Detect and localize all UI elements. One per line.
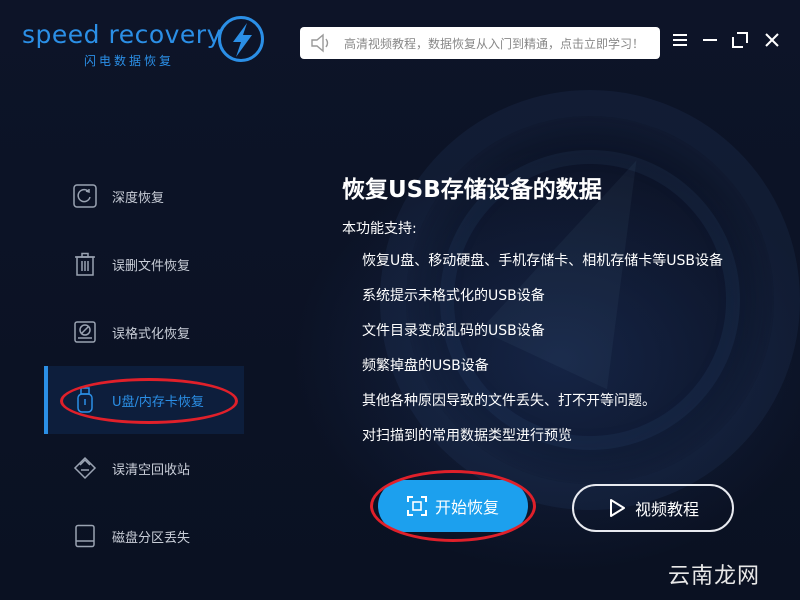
menu-icon [673,34,687,46]
trash-icon [72,251,98,277]
sidebar-item-deleted-files[interactable]: 误删文件恢复 [44,230,244,298]
play-icon [609,499,625,517]
page-title: 恢复USB存储设备的数据 [342,177,602,203]
minimize-button[interactable] [698,28,722,52]
notice-text: 高清视频教程，数据恢复从入门到精通，点击立即学习！ [344,36,645,51]
sidebar-item-label: U盘/内存卡恢复 [112,394,204,410]
refresh-circle-icon [72,183,98,209]
video-tutorial-button[interactable]: 视频教程 [572,484,734,532]
scan-icon [406,496,427,516]
close-button[interactable] [760,28,784,52]
start-recovery-label: 开始恢复 [434,500,499,517]
sidebar-item-label: 误删文件恢复 [112,258,191,274]
list-item: 对扫描到的常用数据类型进行预览 [362,428,572,444]
usb-drive-icon [72,387,98,413]
list-item: 恢复U盘、移动硬盘、手机存储卡、相机存储卡等USB设备 [362,253,723,269]
disk-format-icon [72,319,98,345]
list-item: 其他各种原因导致的文件丢失、打不开等问题。 [362,393,656,409]
watermark: 云南龙网 [668,564,761,589]
list-item: 频繁掉盘的USB设备 [362,358,489,374]
title-bar: speed recovery 闪电数据恢复 高清视频教程，数据恢复从入门到精通，… [0,0,800,80]
list-item: 系统提示未格式化的USB设备 [362,288,545,304]
app-window: speed recovery 闪电数据恢复 高清视频教程，数据恢复从入门到精通，… [0,0,800,600]
partition-icon [72,523,98,549]
close-icon [765,33,779,47]
sidebar-item-recycle-bin[interactable]: 误清空回收站 [44,434,244,502]
sidebar-item-label: 深度恢复 [112,190,165,206]
maximize-icon [732,32,748,48]
video-tutorial-label: 视频教程 [634,502,699,519]
notice-bar[interactable]: 高清视频教程，数据恢复从入门到精通，点击立即学习！ [300,27,660,59]
sidebar-item-label: 磁盘分区丢失 [112,530,191,546]
feature-heading: 本功能支持: [342,221,417,237]
main-panel: 恢复USB存储设备的数据 本功能支持: 恢复U盘、移动硬盘、手机存储卡、相机存储… [342,170,792,460]
sidebar-item-format-recovery[interactable]: 误格式化恢复 [44,298,244,366]
maximize-button[interactable] [728,28,752,52]
menu-button[interactable] [668,28,692,52]
logo-text: speed recovery [22,20,222,49]
start-recovery-button[interactable]: 开始恢复 [378,480,528,532]
recycle-bin-icon [72,455,98,481]
sidebar-item-label: 误清空回收站 [112,462,191,478]
speaker-icon [311,33,329,53]
app-logo: speed recovery 闪电数据恢复 [22,14,272,70]
minimize-icon [703,39,717,41]
sidebar-item-label: 误格式化恢复 [112,326,191,342]
feature-list: 恢复U盘、移动硬盘、手机存储卡、相机存储卡等USB设备 系统提示未格式化的USB… [342,250,792,460]
lightning-logo-icon [218,16,264,62]
sidebar-item-partition-lost[interactable]: 磁盘分区丢失 [44,502,244,570]
sidebar-item-usb-recovery[interactable]: U盘/内存卡恢复 [44,366,244,434]
logo-subtitle: 闪电数据恢复 [84,54,175,68]
list-item: 文件目录变成乱码的USB设备 [362,323,545,339]
sidebar-item-deep-recovery[interactable]: 深度恢复 [44,162,244,230]
sidebar: 深度恢复 误删文件恢复 误格式化恢复 U盘/内存卡恢复 误清空回收站 磁盘分区丢… [44,162,244,570]
